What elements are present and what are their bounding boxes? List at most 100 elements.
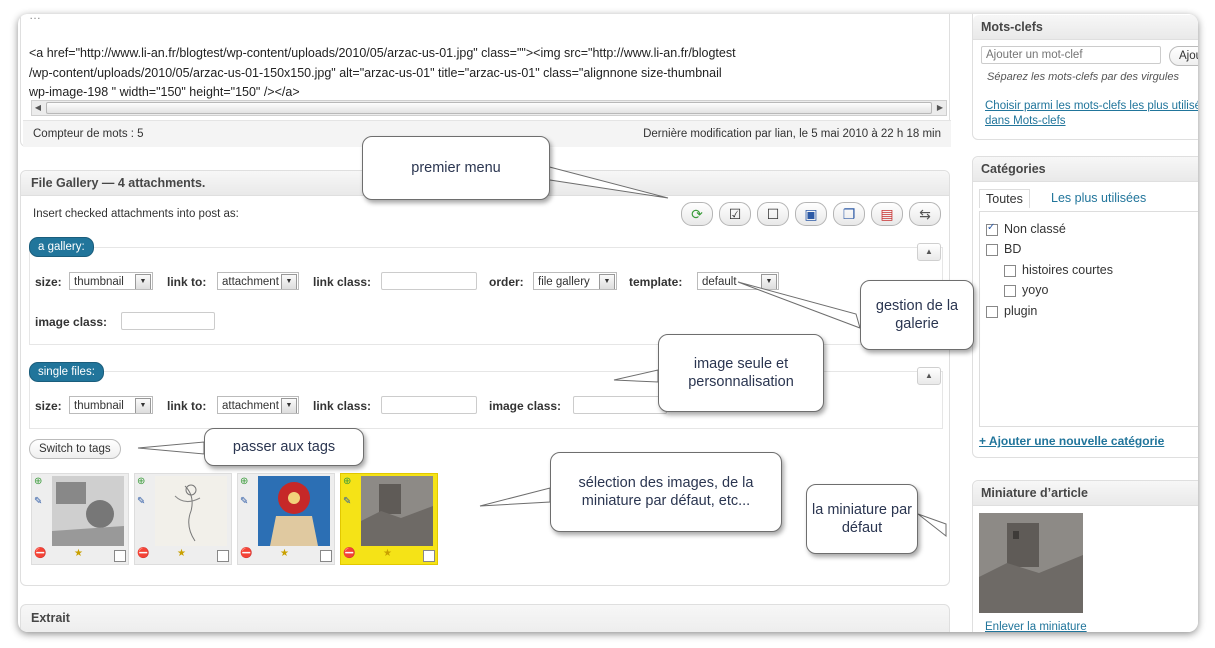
delete-icon[interactable]: ⛔ bbox=[240, 548, 252, 559]
category-checkbox[interactable] bbox=[986, 305, 998, 318]
category-checkbox-checked[interactable] bbox=[986, 222, 998, 236]
last-modified: Dernière modification par lian, le 5 mai… bbox=[643, 128, 941, 140]
delete-icon[interactable]: ⛔ bbox=[34, 548, 46, 559]
tags-box-header[interactable]: Mots-clefs bbox=[973, 15, 1198, 40]
categories-box-header[interactable]: Catégories bbox=[973, 157, 1198, 182]
zoom-icon[interactable]: ⊕ bbox=[137, 476, 145, 487]
scroll-right-icon[interactable]: ▶ bbox=[934, 101, 946, 115]
zoom-icon[interactable]: ⊕ bbox=[343, 476, 351, 487]
attachment-thumbnail-default[interactable]: ⊕ ✎ ⛔ ★ bbox=[340, 473, 438, 565]
single-size-select[interactable]: thumbnail ▼ bbox=[69, 396, 153, 414]
image-class-input[interactable] bbox=[121, 312, 215, 330]
category-checkbox[interactable] bbox=[1004, 264, 1016, 277]
insert-icon[interactable]: ▣ bbox=[795, 202, 827, 226]
uncheck-all-icon[interactable]: ☐ bbox=[757, 202, 789, 226]
chevron-down-icon: ▼ bbox=[281, 398, 297, 413]
link-to-select[interactable]: attachment ▼ bbox=[217, 272, 299, 290]
callout-image-seule: image seule et personnalisation bbox=[658, 334, 824, 412]
tab-popular[interactable]: Les plus utilisées bbox=[1051, 191, 1146, 205]
edit-icon[interactable]: ✎ bbox=[240, 496, 248, 507]
single-link-class-input[interactable] bbox=[381, 396, 477, 414]
copy-icon[interactable]: ❐ bbox=[833, 202, 865, 226]
remove-thumbnail-link[interactable]: Enlever la miniature bbox=[985, 621, 1087, 632]
category-item[interactable]: BD bbox=[986, 242, 1021, 256]
attachment-checkbox[interactable] bbox=[423, 550, 435, 562]
collapse-gallery-icon[interactable]: ▲ bbox=[917, 243, 941, 261]
single-link-to-label: link to: bbox=[167, 399, 207, 413]
set-thumbnail-icon[interactable]: ★ bbox=[280, 548, 289, 559]
single-link-class-label: link class: bbox=[313, 399, 372, 413]
choose-tags-link[interactable]: Choisir parmi les mots-clefs les plus ut… bbox=[985, 99, 1198, 129]
edit-icon[interactable]: ✎ bbox=[137, 496, 145, 507]
attachment-checkbox[interactable] bbox=[114, 550, 126, 562]
category-label: Non classé bbox=[1004, 222, 1066, 236]
switch-to-tags-button[interactable]: Switch to tags bbox=[29, 439, 121, 459]
code-line-1: <a href="http://www.li-an.fr/blogtest/wp… bbox=[29, 46, 736, 60]
chevron-down-icon: ▼ bbox=[135, 274, 151, 289]
attachment-thumbnail[interactable]: ⊕ ✎ ⛔ ★ bbox=[31, 473, 129, 565]
save-icon[interactable]: ▤ bbox=[871, 202, 903, 226]
link-to-value: attachment bbox=[222, 276, 279, 288]
template-select[interactable]: default ▼ bbox=[697, 272, 779, 290]
template-label: template: bbox=[629, 275, 683, 289]
single-link-to-value: attachment bbox=[222, 400, 279, 412]
featured-image[interactable] bbox=[979, 513, 1083, 613]
html-editor: … <a href="http://www.li-an.fr/blogtest/… bbox=[20, 14, 951, 147]
category-item[interactable]: histoires courtes bbox=[1004, 263, 1113, 277]
featured-thumbnail-header[interactable]: Miniature d’article bbox=[973, 481, 1198, 506]
attachment-checkbox[interactable] bbox=[217, 550, 229, 562]
add-tag-button[interactable]: Ajouter bbox=[1169, 46, 1198, 66]
chevron-down-icon: ▼ bbox=[281, 274, 297, 289]
delete-icon[interactable]: ⛔ bbox=[137, 548, 149, 559]
category-item[interactable]: Non classé bbox=[986, 222, 1066, 236]
category-label: BD bbox=[1004, 242, 1022, 256]
scroll-left-icon[interactable]: ◀ bbox=[32, 101, 44, 115]
refresh-icon[interactable]: ⟳ bbox=[681, 202, 713, 226]
edit-icon[interactable]: ✎ bbox=[343, 496, 351, 507]
attachment-thumbnail[interactable]: ⊕ ✎ ⛔ ★ bbox=[237, 473, 335, 565]
edit-icon[interactable]: ✎ bbox=[34, 496, 42, 507]
category-item[interactable]: plugin bbox=[986, 304, 1037, 318]
attachment-thumbnail[interactable]: ⊕ ✎ ⛔ ★ bbox=[134, 473, 232, 565]
set-thumbnail-icon[interactable]: ★ bbox=[177, 548, 186, 559]
excerpt-box[interactable]: Extrait bbox=[20, 604, 950, 632]
category-checkbox[interactable] bbox=[986, 243, 998, 256]
chevron-down-icon: ▼ bbox=[599, 274, 615, 289]
callout-gestion-galerie: gestion de la galerie bbox=[860, 280, 974, 350]
tab-all[interactable]: Toutes bbox=[979, 189, 1030, 208]
chevron-down-icon: ▼ bbox=[135, 398, 151, 413]
zoom-icon[interactable]: ⊕ bbox=[240, 476, 248, 487]
size-value: thumbnail bbox=[74, 276, 124, 288]
callout-miniature: la miniature par défaut bbox=[806, 484, 918, 554]
image-class-label: image class: bbox=[35, 315, 108, 329]
add-category-link[interactable]: + Ajouter une nouvelle catégorie bbox=[979, 434, 1164, 448]
tag-input[interactable] bbox=[981, 46, 1161, 64]
size-select[interactable]: thumbnail ▼ bbox=[69, 272, 153, 290]
set-thumbnail-icon[interactable]: ★ bbox=[383, 548, 392, 559]
callout-premier-menu: premier menu bbox=[362, 136, 550, 200]
category-item[interactable]: yoyo bbox=[1004, 283, 1048, 297]
single-image-class-input[interactable] bbox=[573, 396, 667, 414]
set-thumbnail-icon[interactable]: ★ bbox=[74, 548, 83, 559]
link-class-input[interactable] bbox=[381, 272, 477, 290]
callout-passer-tags: passer aux tags bbox=[204, 428, 364, 466]
horizontal-scrollbar[interactable]: ◀ ▶ bbox=[31, 100, 947, 116]
editor-code[interactable]: <a href="http://www.li-an.fr/blogtest/wp… bbox=[29, 44, 929, 103]
single-link-to-select[interactable]: attachment ▼ bbox=[217, 396, 299, 414]
collapse-single-icon[interactable]: ▲ bbox=[917, 367, 941, 385]
order-select[interactable]: file gallery ▼ bbox=[533, 272, 617, 290]
delete-icon[interactable]: ⛔ bbox=[343, 548, 355, 559]
excerpt-title: Extrait bbox=[31, 611, 70, 625]
swap-icon[interactable]: ⇆ bbox=[909, 202, 941, 226]
tags-hint: Séparez les mots-clefs par des virgules bbox=[987, 71, 1179, 83]
size-label: size: bbox=[35, 275, 62, 289]
scrollbar-thumb[interactable] bbox=[46, 102, 932, 114]
category-checkbox[interactable] bbox=[1004, 284, 1016, 297]
category-label: plugin bbox=[1004, 304, 1038, 318]
attachment-checkbox[interactable] bbox=[320, 550, 332, 562]
single-files-pill: single files: bbox=[29, 362, 104, 382]
zoom-icon[interactable]: ⊕ bbox=[34, 476, 42, 487]
attachment-image bbox=[52, 476, 124, 546]
check-all-icon[interactable]: ☑ bbox=[719, 202, 751, 226]
featured-thumbnail-title: Miniature d’article bbox=[981, 486, 1088, 500]
